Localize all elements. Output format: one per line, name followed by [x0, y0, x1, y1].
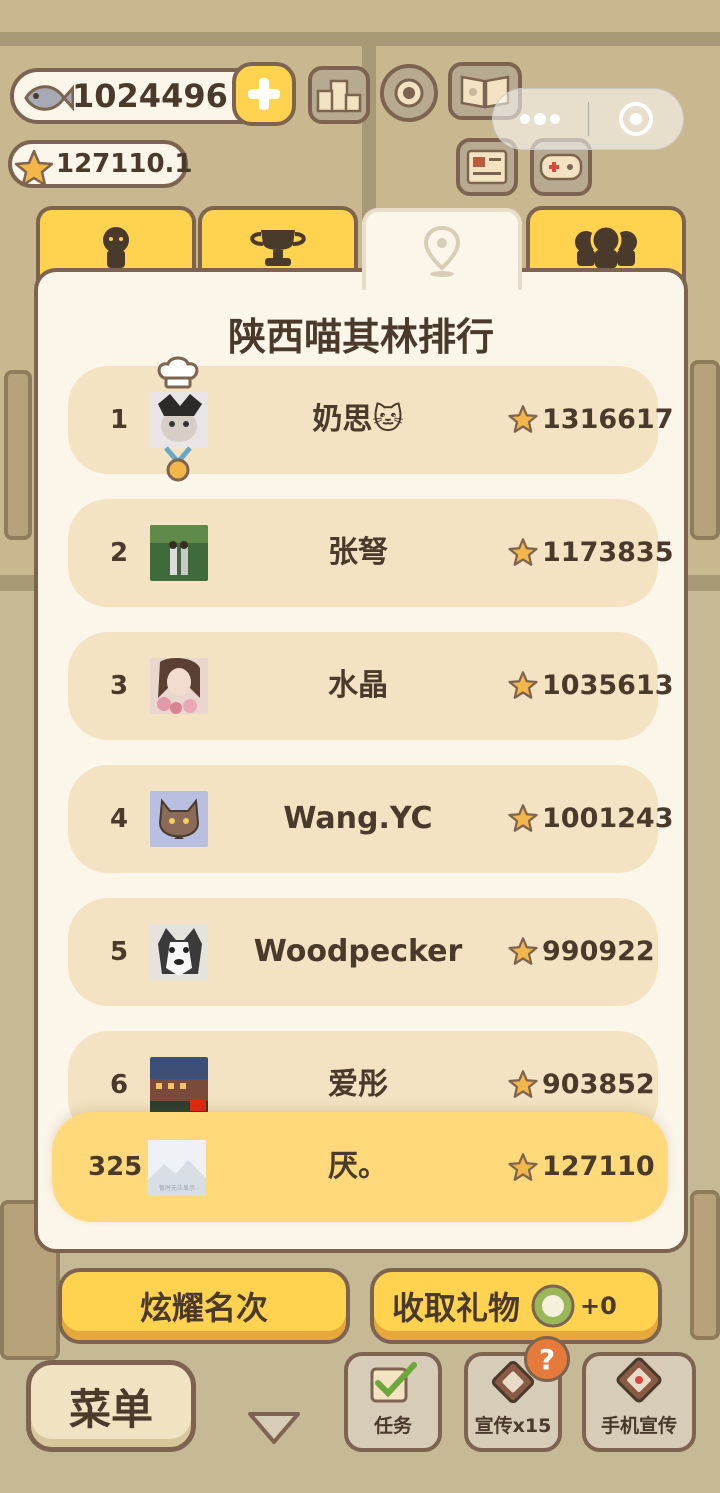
leaderboard-row[interactable]: 1 奶思🐱 1316617 [68, 356, 674, 482]
player-score: 1001243 [542, 803, 674, 834]
player-name: 水晶 [328, 668, 388, 703]
menu-label: 菜单 [68, 1384, 153, 1434]
task-label: 任务 [373, 1415, 412, 1437]
star-icon [508, 1153, 538, 1181]
background-cabinet [690, 1190, 720, 1340]
star-icon [508, 405, 538, 433]
star-amount: 127110.1 [56, 149, 193, 179]
mini-program-capsule [492, 88, 684, 150]
fish-amount: 1024496 [72, 77, 228, 115]
background-shelf-right [690, 360, 720, 540]
add-fish-button[interactable] [232, 62, 296, 126]
gamepad-icon [539, 153, 583, 181]
star-icon [508, 1070, 538, 1098]
player-score: 1316617 [542, 404, 674, 435]
leaderboard-row[interactable]: 5 Woodpecker 990922 [68, 898, 658, 1006]
leaderboard-row[interactable]: 2 张弩 1173835 [68, 499, 674, 607]
more-dots-icon [520, 113, 561, 125]
collect-gift-button[interactable]: 收取礼物 +0 [370, 1268, 662, 1344]
my-rank-row[interactable]: 325 暂时无法显示 厌。 127110 [52, 1112, 668, 1222]
settings-button[interactable] [380, 64, 438, 122]
ceiling-beam [0, 32, 720, 46]
player-avatar [150, 1057, 208, 1113]
alert-badge: ? [524, 1336, 570, 1382]
chef-hat-icon [157, 356, 199, 389]
rank-number: 2 [109, 538, 129, 568]
phone-promote-label: 手机宣传 [600, 1415, 677, 1437]
my-avatar-placeholder: 暂时无法显示 [148, 1140, 206, 1196]
player-score: 990922 [542, 936, 655, 967]
leaderboard-title: 陕西喵其林排行 [227, 315, 494, 359]
star-icon [508, 671, 538, 699]
player-name: 奶思🐱 [312, 402, 404, 437]
player-avatar [150, 658, 208, 714]
rank-number: 3 [109, 671, 129, 701]
rank-number: 1 [109, 405, 129, 435]
chevron-down-icon[interactable] [244, 1408, 304, 1448]
my-rank-number: 325 [88, 1152, 143, 1182]
location-pin-icon [423, 225, 461, 277]
more-options-button[interactable] [493, 89, 588, 149]
player-avatar [150, 924, 208, 980]
background-shelf-left [4, 370, 32, 540]
checkmark-icon [370, 1362, 417, 1403]
gift-orb-icon [531, 1284, 575, 1328]
player-avatar [150, 392, 208, 448]
fish-icon [24, 84, 74, 112]
ranking-podium-button[interactable] [308, 66, 370, 124]
newspaper-icon [466, 149, 508, 185]
star-icon [508, 538, 538, 566]
my-score: 127110 [542, 1151, 655, 1182]
phone-promote-button[interactable]: 手机宣传 [582, 1352, 696, 1452]
star-currency-display: 127110.1 [8, 140, 193, 188]
phone-promo-icon [616, 1357, 662, 1403]
target-circle-icon [618, 102, 653, 136]
person-icon [103, 227, 129, 268]
rank-number: 4 [109, 804, 129, 834]
player-score: 1173835 [542, 537, 674, 568]
player-name: 张弩 [328, 535, 388, 570]
placeholder-caption: 暂时无法显示 [159, 1184, 195, 1192]
alert-mark: ? [538, 1342, 556, 1376]
leaderboard-panel: 陕西喵其林排行 1 奶思🐱 1316617 2 张弩 1173835 3 水晶 … [34, 268, 688, 1253]
star-icon [508, 804, 538, 832]
player-name: Woodpecker [253, 934, 463, 969]
star-icon [14, 149, 54, 187]
task-button[interactable]: 任务 [344, 1352, 442, 1452]
player-avatar [150, 791, 208, 847]
star-icon [508, 937, 538, 965]
plus-icon [248, 78, 280, 110]
leaderboard-row[interactable]: 3 水晶 1035613 [68, 632, 674, 740]
group-icon [575, 224, 637, 268]
player-name: Wang.YC [283, 801, 433, 836]
tab-regional[interactable] [362, 208, 522, 290]
trophy-icon [250, 230, 306, 266]
podium-icon [316, 79, 362, 113]
image-placeholder-icon: 暂时无法显示 [148, 1140, 206, 1196]
rank-number: 5 [109, 937, 129, 967]
show-rank-button[interactable]: 炫耀名次 [58, 1268, 350, 1344]
player-score: 1035613 [542, 670, 674, 701]
menu-button[interactable]: 菜单 [26, 1360, 196, 1452]
player-avatar [150, 525, 208, 581]
promote-label: 宣传x15 [474, 1415, 552, 1437]
collect-gift-label: 收取礼物 [392, 1289, 521, 1327]
gift-count: +0 [580, 1292, 617, 1320]
leaderboard-row[interactable]: 4 Wang.YC 1001243 [68, 765, 674, 873]
gear-icon [394, 78, 424, 108]
show-rank-label: 炫耀名次 [139, 1289, 268, 1327]
gold-medal-icon [164, 446, 192, 482]
my-name: 厌。 [328, 1149, 388, 1184]
close-mini-program-button[interactable] [589, 89, 684, 149]
